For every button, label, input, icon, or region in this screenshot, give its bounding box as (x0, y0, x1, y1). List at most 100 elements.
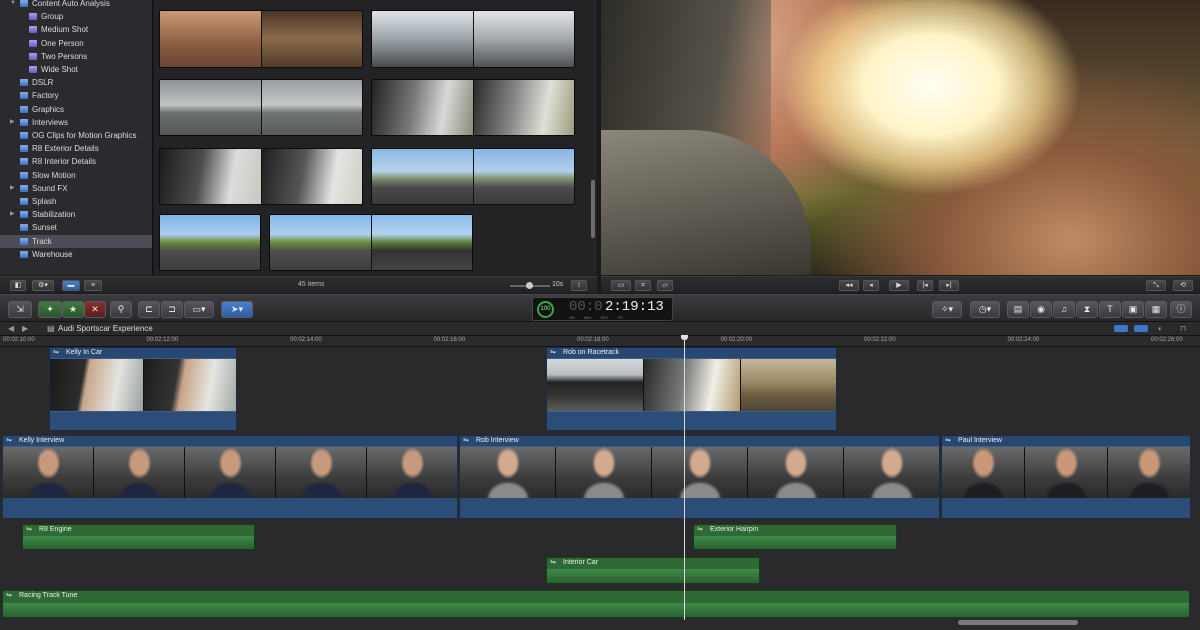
list-view-icon[interactable]: ≡ (84, 280, 102, 291)
previous-icon[interactable]: ◂◂ (839, 280, 859, 291)
clip-audio-waveform (50, 412, 236, 430)
library-item[interactable]: Two Persons (0, 50, 152, 63)
event-icon (20, 237, 28, 245)
filmstrip-view-icon[interactable]: ▬ (62, 280, 80, 291)
browser-clip[interactable] (159, 214, 261, 271)
timeline-ruler[interactable]: 00:02:10:00 00:02:12:00 00:02:14:00 00:02:1… (0, 336, 1200, 347)
disclosure-right-icon[interactable]: ▶ (10, 116, 15, 129)
gear-icon[interactable]: ⚙▾ (32, 280, 54, 291)
library-item[interactable]: Warehouse (0, 248, 152, 261)
library-item[interactable]: Group (0, 10, 152, 23)
library-item[interactable]: R8 Exterior Details (0, 142, 152, 155)
timeline-clip-kelly-in-car[interactable]: Kelly In Car (49, 347, 237, 431)
timeline-clip-rob-on-racetrack[interactable]: Rob on Racetrack (546, 347, 837, 431)
timeline-audio-racing-track-tune[interactable]: Racing Track Tune (2, 590, 1190, 618)
browser-clip[interactable] (269, 214, 473, 271)
browser-clip[interactable] (159, 79, 363, 136)
append-icon[interactable]: ▭▾ (184, 301, 214, 318)
timeline-clip-rob-interview[interactable]: Rob Interview (459, 435, 940, 519)
solo-icon[interactable]: ◐ (1158, 322, 1163, 336)
library-item[interactable]: ▶ Interviews (0, 116, 152, 129)
next-icon[interactable]: ▸| (939, 280, 959, 291)
clip-label: Rob Interview (460, 436, 939, 446)
browser-scrollbar[interactable] (591, 180, 595, 238)
clip-label: Kelly In Car (50, 348, 236, 358)
forward-icon[interactable]: ▶ (22, 322, 28, 336)
project-icon: ▤ (47, 324, 55, 333)
step-forward-icon[interactable]: |◂ (917, 280, 933, 291)
playhead-handle[interactable] (681, 335, 688, 340)
viewer-fit-icon[interactable]: ▭ (611, 280, 631, 291)
browser-clip[interactable] (159, 10, 363, 68)
library-toggle-icon[interactable]: ◧ (10, 280, 26, 291)
library-item-label: Track (32, 236, 52, 246)
music-icon[interactable]: ♫ (1053, 301, 1075, 318)
library-item[interactable]: OG Clips for Motion Graphics (0, 129, 152, 142)
timeline-audio-exterior-hairpin[interactable]: Exterior Hairpin (693, 524, 897, 550)
back-icon[interactable]: ◀ (8, 322, 14, 336)
library-item[interactable]: One Person (0, 37, 152, 50)
library-item[interactable]: ▼ Content Auto Analysis (0, 0, 152, 10)
project-title: Audi Sportscar Experience (58, 324, 153, 333)
library-item[interactable]: ▶ Sound FX (0, 182, 152, 195)
play-icon[interactable]: ▶ (889, 280, 909, 291)
browser-clip[interactable] (371, 79, 575, 136)
timeline-audio-interior-car[interactable]: Interior Car (546, 557, 760, 584)
keyword-collection-icon (29, 13, 37, 21)
connect-icon[interactable]: ⊏ (138, 301, 160, 318)
retime-icon[interactable]: ◷▾ (970, 301, 1000, 318)
step-back-icon[interactable]: ◂ (863, 280, 879, 291)
import-icon[interactable]: ⇲ (8, 301, 32, 318)
library-item[interactable]: Track (0, 234, 152, 248)
title-icon[interactable]: T (1099, 301, 1121, 318)
library-item[interactable]: R8 Interior Details (0, 155, 152, 168)
library-item[interactable]: Slow Motion (0, 169, 152, 182)
library-item[interactable]: Wide Shot (0, 63, 152, 76)
disclosure-right-icon[interactable]: ▶ (10, 208, 15, 221)
insert-icon[interactable]: ⊐ (161, 301, 183, 318)
theme-icon[interactable]: ▦ (1145, 301, 1167, 318)
timeline-audio-r8-engine[interactable]: R8 Engine (22, 524, 255, 550)
fullscreen-icon[interactable]: ⤡ (1146, 280, 1166, 291)
library-item[interactable]: Sunset (0, 221, 152, 234)
select-tool-icon[interactable]: ➤▾ (221, 301, 253, 318)
library-item[interactable]: ▶ Stabilization (0, 208, 152, 221)
effects-browser-icon[interactable]: ▤ (1007, 301, 1029, 318)
transitions-icon[interactable]: ⧗ (1076, 301, 1098, 318)
keyword-icon[interactable]: ✦ (38, 301, 62, 318)
info-icon[interactable]: ⓘ (1170, 301, 1192, 318)
clip-size-knob[interactable] (526, 282, 533, 289)
favorite-icon[interactable]: ★ (62, 301, 84, 318)
library-sidebar: ▼ Content Auto Analysis Group Medium Shot On… (0, 0, 153, 275)
reject-icon[interactable]: ✕ (84, 301, 106, 318)
library-item[interactable]: Splash (0, 195, 152, 208)
playhead[interactable] (684, 336, 685, 620)
generator-icon[interactable]: ▣ (1122, 301, 1144, 318)
timeline-clip-kelly-interview[interactable]: Kelly Interview (2, 435, 458, 519)
browser-clip[interactable] (159, 148, 363, 205)
audio-skimming-icon[interactable] (1134, 325, 1148, 332)
loop-icon[interactable]: ⟲ (1173, 280, 1193, 291)
folder-icon (20, 118, 28, 126)
crop-icon[interactable]: ▱ (657, 280, 673, 291)
timeline-scrollbar[interactable] (958, 620, 1078, 625)
skimming-icon[interactable] (1114, 325, 1128, 332)
library-item[interactable]: DSLR (0, 76, 152, 89)
browser-clip[interactable] (371, 148, 575, 205)
dashboard-timecode[interactable]: 100 00:0 2:19:13 HR MIN SEC FR (532, 297, 673, 321)
transform-icon[interactable]: ⌗ (635, 280, 651, 291)
library-item[interactable]: Medium Shot (0, 23, 152, 36)
snapping-icon[interactable]: ⊓ (1180, 322, 1186, 336)
browser-clip[interactable] (371, 10, 575, 68)
enhance-icon[interactable]: ✧▾ (932, 301, 962, 318)
library-item[interactable]: Factory (0, 89, 152, 102)
disclosure-right-icon[interactable]: ▶ (10, 182, 15, 195)
key-icon[interactable]: ⚲ (110, 301, 132, 318)
timeline-clip-paul-interview[interactable]: Paul Interview (941, 435, 1191, 519)
disclosure-down-icon[interactable]: ▼ (10, 0, 16, 10)
timeline-area[interactable]: Kelly In Car Rob on Racetrack Kelly Inte… (0, 347, 1200, 630)
camera-icon[interactable]: ◉ (1030, 301, 1052, 318)
clip-height-icon[interactable]: ↕ (571, 280, 587, 291)
library-item[interactable]: Graphics (0, 103, 152, 116)
ruler-tick-label: 00:02:10:00 (3, 337, 35, 343)
